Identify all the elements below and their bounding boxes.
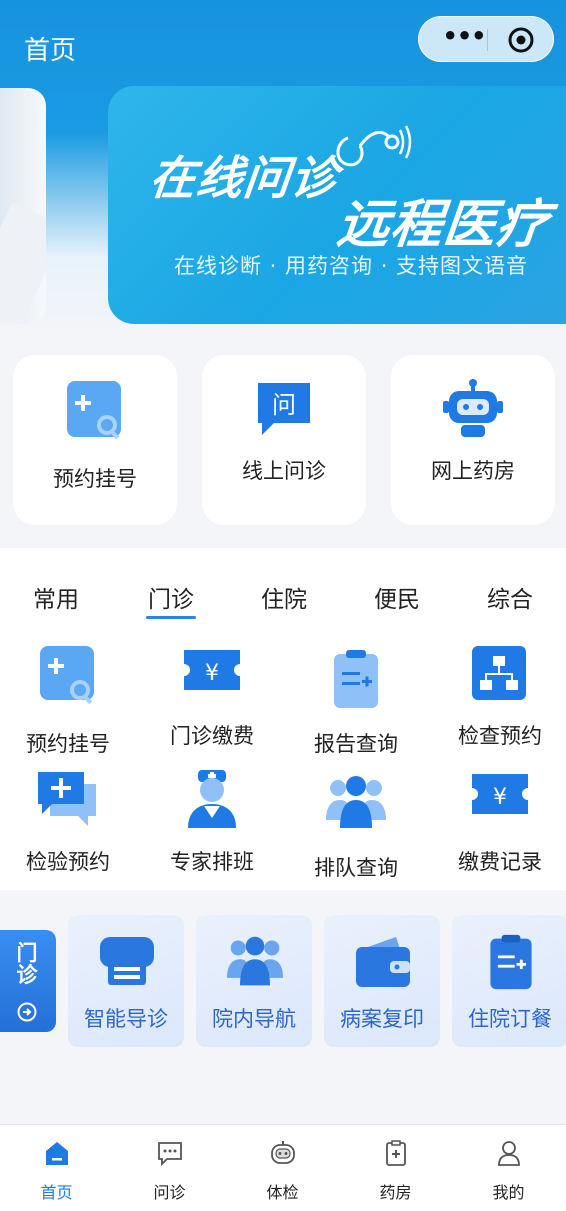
grid-item-label: 检验预约	[26, 850, 110, 874]
people-icon	[226, 936, 284, 986]
robot-icon	[443, 379, 503, 437]
page-title: 首页	[24, 36, 77, 66]
consult-icon: 问	[258, 383, 310, 435]
chat-plus-icon	[38, 772, 96, 826]
chat-icon	[158, 1142, 182, 1167]
nav-label: 首页	[40, 1183, 73, 1202]
printer-icon	[100, 937, 154, 985]
mini-program-capsule: •••	[418, 16, 554, 62]
banner-prev-slide[interactable]	[0, 88, 46, 324]
quick-card-appointment[interactable]: 预约挂号	[13, 355, 177, 525]
grid-item-queue-query[interactable]: 排队查询	[286, 772, 426, 882]
grid-item-label: 门诊缴费	[170, 724, 254, 748]
bottom-nav: 首页 问诊 体检 药房 我的	[0, 1124, 566, 1211]
tab-convenience[interactable]: 便民	[357, 580, 437, 614]
nav-label: 我的	[492, 1183, 525, 1202]
grid-item-appointment[interactable]: 预约挂号	[0, 644, 138, 756]
tab-general[interactable]: 综合	[470, 580, 550, 614]
more-menu-icon[interactable]: •••	[439, 24, 489, 53]
doctor-icon	[188, 770, 236, 828]
appointment-icon	[40, 646, 94, 705]
nav-pharmacy[interactable]: 药房	[339, 1125, 452, 1211]
stethoscope-icon	[336, 125, 412, 167]
nav-home[interactable]: 首页	[0, 1125, 113, 1211]
appointment-icon	[67, 381, 121, 440]
nav-consult[interactable]: 问诊	[113, 1125, 226, 1211]
grid-item-report-query[interactable]: 报告查询	[286, 648, 426, 758]
service-card-label: 智能导诊	[84, 1007, 168, 1031]
service-card-label: 病案复印	[340, 1007, 424, 1031]
nav-label: 药房	[379, 1183, 412, 1202]
robot-icon	[271, 1141, 295, 1164]
grid-item-lab-booking[interactable]: 检验预约	[0, 768, 138, 878]
banner-title-line2: 远程医疗	[334, 195, 553, 255]
grid-item-exam-booking[interactable]: 检查预约	[430, 644, 566, 754]
quick-card-label: 线上问诊	[242, 459, 326, 483]
people-icon	[326, 776, 386, 828]
grid-item-outpatient-payment[interactable]: ¥ 门诊缴费	[142, 644, 282, 754]
close-target-icon[interactable]	[507, 26, 535, 54]
grid-item-label: 排队查询	[314, 856, 398, 880]
quick-card-consult[interactable]: 问 线上问诊	[202, 355, 366, 525]
service-card-smart-guide[interactable]: 智能导诊	[68, 915, 184, 1047]
grid-item-label: 专家排班	[170, 850, 254, 874]
active-tab-indicator	[146, 616, 196, 619]
ticket-yen-icon: ¥	[184, 650, 240, 690]
quick-card-pharmacy[interactable]: 网上药房	[391, 355, 555, 525]
home-icon	[46, 1142, 68, 1165]
clipboard-icon	[334, 650, 378, 708]
banner-subtitle: 在线诊断 · 用药咨询 · 支持图文语音	[174, 254, 529, 278]
quick-card-label: 预约挂号	[53, 467, 137, 491]
grid-item-label: 检查预约	[458, 724, 542, 748]
svg-text:¥: ¥	[493, 785, 507, 810]
tab-inpatient[interactable]: 住院	[244, 580, 324, 614]
outpatient-strip-tag[interactable]: 门诊	[0, 930, 56, 1032]
strip-tag-label: 门诊	[16, 941, 38, 987]
service-card-hospital-nav[interactable]: 院内导航	[196, 915, 312, 1047]
svg-text:¥: ¥	[205, 661, 219, 686]
grid-item-expert-schedule[interactable]: 专家排班	[142, 768, 282, 878]
medicine-box-icon	[386, 1140, 406, 1166]
nav-checkup[interactable]: 体检	[226, 1125, 339, 1211]
user-icon	[498, 1141, 520, 1166]
grid-item-label: 报告查询	[314, 732, 398, 756]
grid-item-label: 预约挂号	[26, 732, 110, 756]
service-card-label: 院内导航	[212, 1007, 296, 1031]
service-card-meal-order[interactable]: 住院订餐	[452, 915, 566, 1047]
quick-card-label: 网上药房	[431, 459, 515, 483]
service-card-record-copy[interactable]: 病案复印	[324, 915, 440, 1047]
ticket-yen-icon: ¥	[472, 774, 528, 814]
capsule-divider	[487, 29, 488, 51]
clipboard-icon	[490, 934, 532, 990]
tab-outpatient[interactable]: 门诊	[131, 580, 211, 614]
wallet-icon	[356, 937, 410, 987]
tab-common[interactable]: 常用	[16, 580, 96, 614]
org-chart-icon	[472, 646, 526, 700]
arrow-right-circle-icon	[17, 1002, 37, 1022]
nav-label: 问诊	[153, 1183, 186, 1202]
svg-text:问: 问	[272, 391, 296, 419]
nav-profile[interactable]: 我的	[452, 1125, 565, 1211]
nav-label: 体检	[266, 1183, 299, 1202]
service-card-label: 住院订餐	[468, 1007, 552, 1031]
grid-item-label: 缴费记录	[458, 850, 542, 874]
grid-item-payment-record[interactable]: ¥ 缴费记录	[430, 768, 566, 878]
banner-title-line1: 在线问诊	[146, 151, 341, 205]
promo-banner[interactable]: 在线问诊 远程医疗 在线诊断 · 用药咨询 · 支持图文语音	[108, 86, 566, 324]
